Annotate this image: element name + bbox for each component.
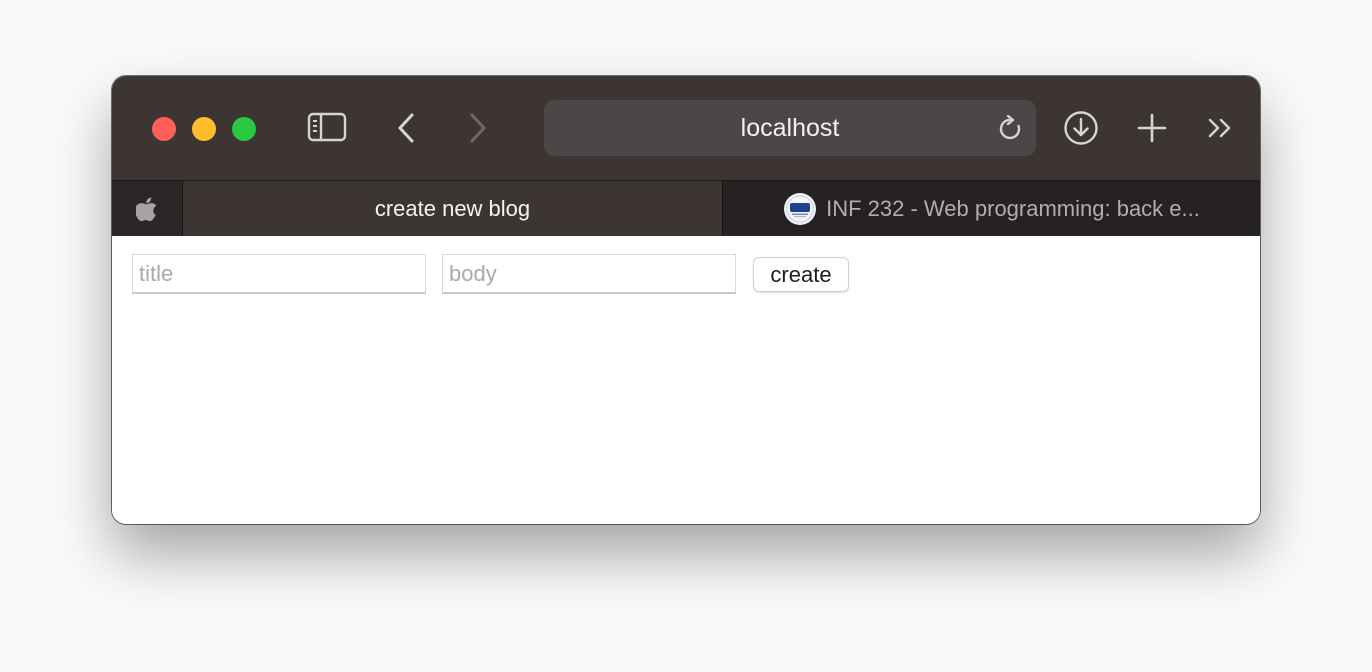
sdu-logo-icon <box>784 192 817 225</box>
download-icon <box>1064 111 1098 145</box>
body-input[interactable] <box>442 254 736 294</box>
close-window-button[interactable] <box>152 117 176 141</box>
back-button[interactable] <box>392 110 420 146</box>
forward-button[interactable] <box>464 110 492 146</box>
back-arrow-icon <box>398 113 414 143</box>
title-input[interactable] <box>132 254 426 294</box>
downloads-button[interactable] <box>1062 109 1100 147</box>
minimize-window-button[interactable] <box>192 117 216 141</box>
tab-overflow-button[interactable] <box>1206 115 1236 141</box>
tab-title: create new blog <box>374 195 531 221</box>
tab-inf-232[interactable]: INF 232 - Web programming: back e... <box>724 181 1260 236</box>
overflow-chevrons-icon <box>1208 118 1231 138</box>
forward-arrow-icon <box>470 113 486 143</box>
apple-logo-icon <box>136 197 157 221</box>
pinned-tab-apple[interactable] <box>112 181 183 236</box>
new-tab-button[interactable] <box>1136 112 1168 144</box>
address-bar[interactable]: localhost <box>544 100 1036 156</box>
reload-button[interactable] <box>998 114 1024 148</box>
browser-window: localhost create new blog INF 232 - Web … <box>112 76 1260 524</box>
page-content: create <box>112 236 1260 524</box>
sidebar-toggle-button[interactable] <box>306 110 348 144</box>
address-text: localhost <box>740 114 840 142</box>
create-button[interactable]: create <box>753 257 849 292</box>
desktop-background: localhost create new blog INF 232 - Web … <box>0 0 1372 672</box>
new-tab-plus-icon <box>1137 113 1167 143</box>
tab-bar: create new blog INF 232 - Web programmin… <box>112 180 1260 236</box>
tab-create-new-blog[interactable]: create new blog <box>183 181 723 236</box>
reload-icon <box>999 114 1021 140</box>
browser-toolbar: localhost <box>112 76 1260 180</box>
zoom-window-button[interactable] <box>232 117 256 141</box>
sidebar-icon <box>307 112 347 142</box>
tab-title: INF 232 - Web programming: back e... <box>826 195 1200 221</box>
